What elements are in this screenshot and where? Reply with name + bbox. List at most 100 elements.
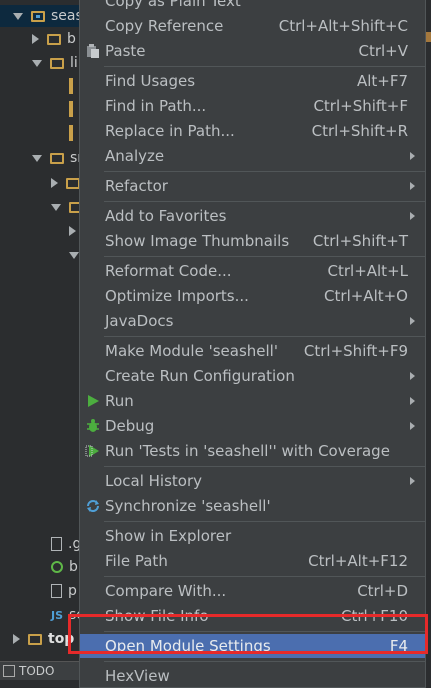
menu-item-paste[interactable]: Paste Ctrl+V <box>80 39 425 63</box>
menu-item-shortcut: Ctrl+Shift+T <box>312 232 408 250</box>
menu-item-label: Add to Favorites <box>105 207 227 225</box>
tree-node-label: p <box>68 583 77 599</box>
menu-item-create-run-configuration[interactable]: Create Run Configuration <box>80 364 425 388</box>
file-icon <box>51 537 62 551</box>
menu-item-show-in-explorer[interactable]: Show in Explorer <box>80 524 425 548</box>
menu-item-debug[interactable]: Debug <box>80 414 425 438</box>
submenu-arrow-icon <box>410 422 415 430</box>
menu-item-optimize-imports[interactable]: Optimize Imports... Ctrl+Alt+O <box>80 284 425 308</box>
menu-item-label: Show Image Thumbnails <box>105 232 290 250</box>
menu-separator <box>104 256 425 257</box>
tree-node-label: b <box>67 31 76 47</box>
menu-item-label: Run <box>105 392 134 410</box>
tree-node[interactable]: sr <box>32 147 83 169</box>
collapse-arrow-icon[interactable] <box>69 226 76 236</box>
menu-item-label: Reformat Code... <box>105 262 232 280</box>
menu-item-synchronize-seashell[interactable]: Synchronize 'seashell' <box>80 494 425 518</box>
menu-item-shortcut: Ctrl+D <box>357 582 408 600</box>
tree-node[interactable] <box>69 122 73 144</box>
menu-separator <box>104 201 425 202</box>
collapse-arrow-icon[interactable] <box>13 634 20 644</box>
folder-icon <box>47 33 61 45</box>
menu-item-find-in-path[interactable]: Find in Path... Ctrl+Shift+F <box>80 94 425 118</box>
tree-node[interactable] <box>69 98 73 120</box>
tree-node[interactable]: top <box>13 628 74 650</box>
menu-item-hexview[interactable]: HexView <box>80 664 425 688</box>
menu-item-label: HexView <box>105 667 170 685</box>
run-icon <box>85 393 101 409</box>
expand-arrow-icon[interactable] <box>32 154 42 162</box>
menu-item-label: Compare With... <box>105 582 227 600</box>
menu-item-copy-as-plain-text[interactable]: Copy as Plain Text <box>80 0 425 13</box>
annotation-highlight-box <box>68 614 428 654</box>
menu-item-run[interactable]: Run <box>80 389 425 413</box>
menu-item-label: Paste <box>105 42 146 60</box>
tree-node-label: li <box>70 55 78 71</box>
menu-item-analyze[interactable]: Analyze <box>80 144 425 168</box>
menu-item-find-usages[interactable]: Find Usages Alt+F7 <box>80 69 425 93</box>
menu-item-shortcut: Ctrl+Alt+L <box>327 262 409 280</box>
menu-item-run-tests-in-seashell-with-coverage[interactable]: Run 'Tests in 'seashell'' with Coverage <box>80 439 425 463</box>
tree-node[interactable]: .g <box>51 533 81 555</box>
menu-item-shortcut: Alt+F7 <box>356 72 408 90</box>
menu-separator <box>104 576 425 577</box>
menu-item-file-path[interactable]: File Path Ctrl+Alt+F12 <box>80 549 425 573</box>
menu-separator <box>104 66 425 67</box>
tree-node[interactable]: b <box>51 556 78 578</box>
menu-item-label: Find Usages <box>105 72 196 90</box>
menu-separator <box>104 466 425 467</box>
menu-item-shortcut: Ctrl+Shift+F <box>313 97 408 115</box>
menu-separator <box>104 521 425 522</box>
menu-item-label: Optimize Imports... <box>105 287 249 305</box>
folder-icon <box>28 633 42 645</box>
expand-arrow-icon[interactable] <box>32 59 42 67</box>
menu-item-copy-reference[interactable]: Copy Reference Ctrl+Alt+Shift+C <box>80 14 425 38</box>
menu-item-label: Make Module 'seashell' <box>105 342 278 360</box>
todo-tab[interactable]: TODO <box>19 664 54 678</box>
folder-icon <box>50 57 64 69</box>
submenu-arrow-icon <box>410 397 415 405</box>
menu-item-add-to-favorites[interactable]: Add to Favorites <box>80 204 425 228</box>
folder-icon <box>66 177 80 189</box>
menu-item-show-image-thumbnails[interactable]: Show Image Thumbnails Ctrl+Shift+T <box>80 229 425 253</box>
submenu-arrow-icon <box>410 212 415 220</box>
file-icon <box>69 101 73 117</box>
menu-item-reformat-code[interactable]: Reformat Code... Ctrl+Alt+L <box>80 259 425 283</box>
submenu-arrow-icon <box>410 477 415 485</box>
menu-item-shortcut: Ctrl+V <box>358 42 408 60</box>
tree-node[interactable]: li <box>32 52 78 74</box>
gradle-icon <box>51 561 63 573</box>
collapse-arrow-icon[interactable] <box>32 34 39 44</box>
menu-item-compare-with[interactable]: Compare With... Ctrl+D <box>80 579 425 603</box>
menu-item-shortcut: Ctrl+Alt+O <box>324 287 408 305</box>
folder-icon <box>31 10 45 22</box>
menu-item-label: Show in Explorer <box>105 527 232 545</box>
menu-item-refactor[interactable]: Refactor <box>80 174 425 198</box>
menu-item-label: Create Run Configuration <box>105 367 295 385</box>
menu-item-label: Copy Reference <box>105 17 224 35</box>
tree-node[interactable] <box>69 75 73 97</box>
coverage-icon <box>85 443 101 459</box>
tree-node[interactable]: seas <box>0 5 85 27</box>
submenu-arrow-icon <box>410 182 415 190</box>
expand-arrow-icon[interactable] <box>69 251 79 259</box>
menu-item-label: Debug <box>105 417 155 435</box>
expand-arrow-icon[interactable] <box>51 203 61 211</box>
collapse-arrow-icon[interactable] <box>51 178 58 188</box>
js-file-icon: JS <box>51 608 64 622</box>
menu-item-label: JavaDocs <box>105 312 174 330</box>
menu-item-replace-in-path[interactable]: Replace in Path... Ctrl+Shift+R <box>80 119 425 143</box>
menu-separator <box>104 171 425 172</box>
menu-item-label: Synchronize 'seashell' <box>105 497 271 515</box>
menu-item-label: Refactor <box>105 177 168 195</box>
tree-node[interactable]: b <box>32 28 76 50</box>
context-menu: Copy as Plain Text Copy Reference Ctrl+Alt… <box>79 0 426 688</box>
expand-arrow-icon[interactable] <box>13 12 23 20</box>
menu-item-local-history[interactable]: Local History <box>80 469 425 493</box>
submenu-arrow-icon <box>410 152 415 160</box>
menu-item-javadocs[interactable]: JavaDocs <box>80 309 425 333</box>
menu-item-make-module-seashell[interactable]: Make Module 'seashell' Ctrl+Shift+F9 <box>80 339 425 363</box>
tree-node[interactable]: p <box>51 580 77 602</box>
menu-item-shortcut: Ctrl+Shift+F9 <box>303 342 408 360</box>
status-bar: TODO <box>0 661 85 680</box>
